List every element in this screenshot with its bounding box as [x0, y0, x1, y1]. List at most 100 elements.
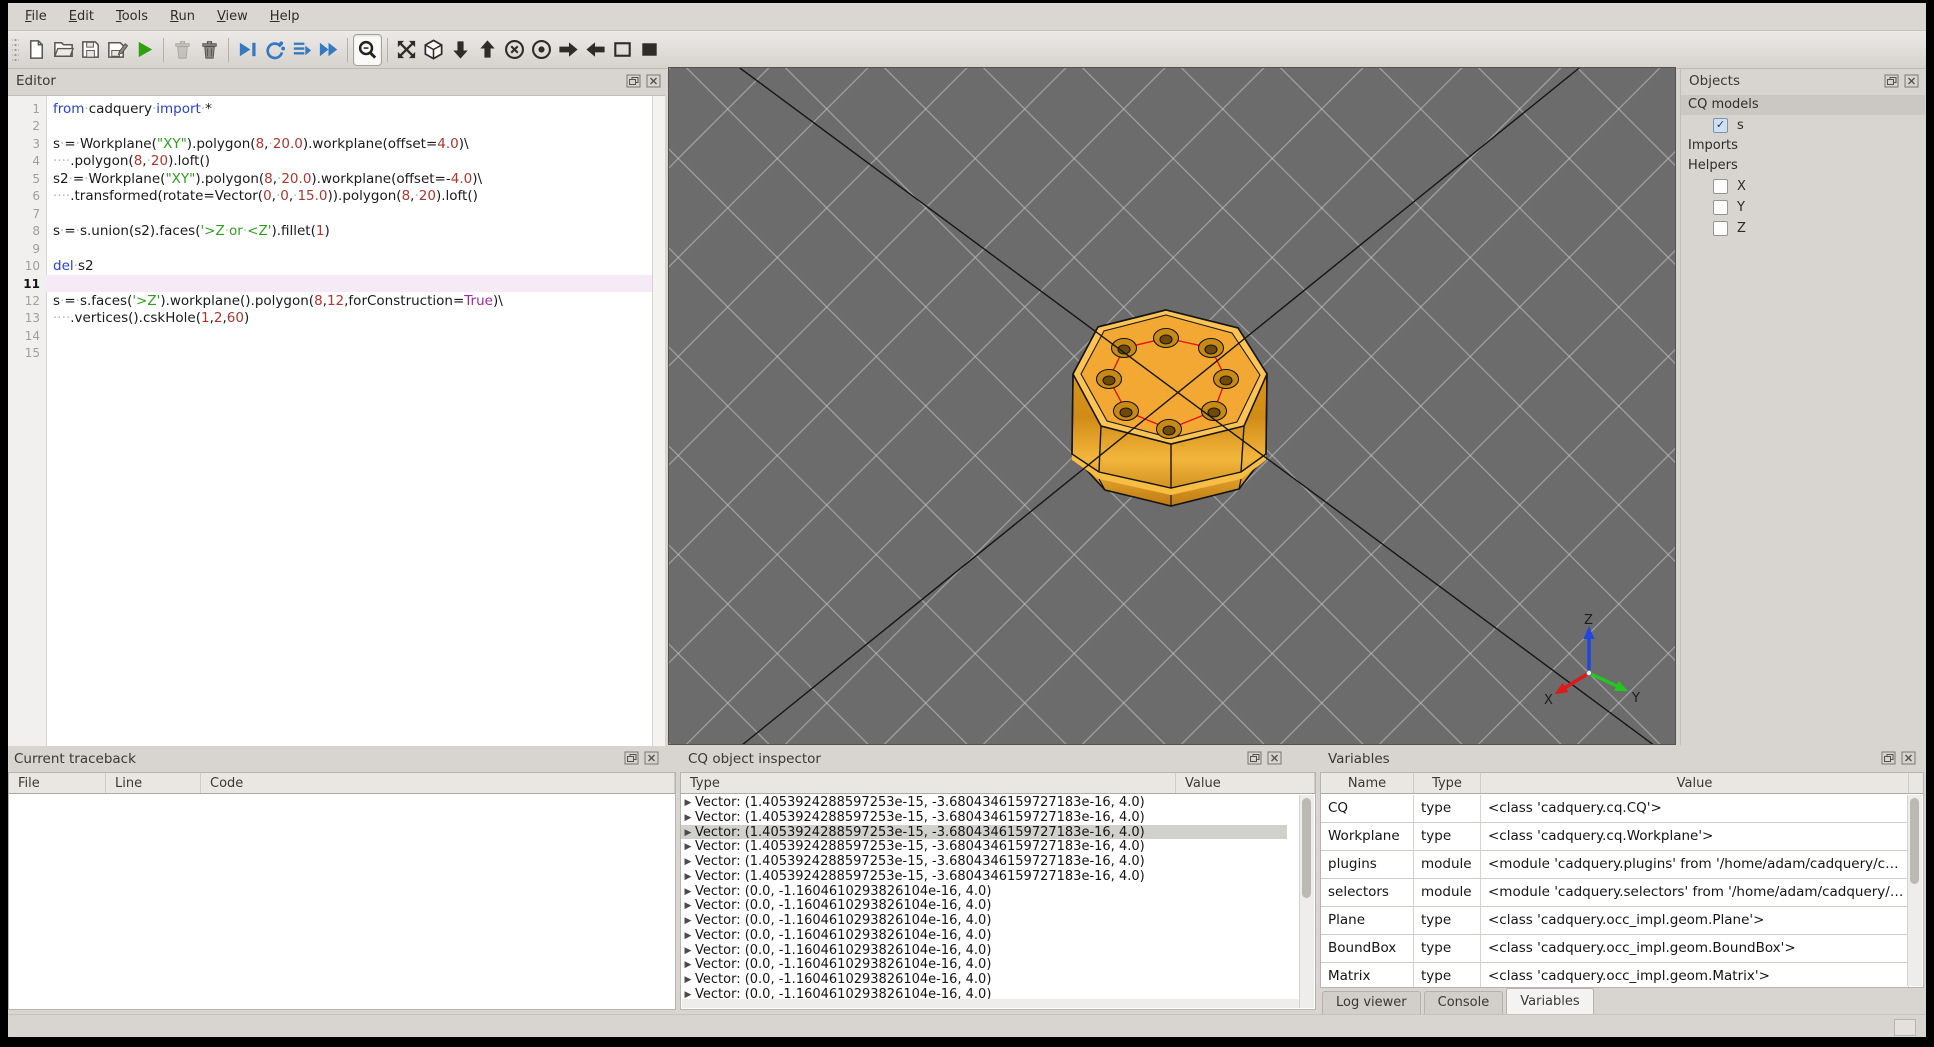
expand-arrow-icon[interactable]: ▶ [681, 872, 695, 882]
variable-row-plugins[interactable]: plugins module <module 'cadquery.plugins' … [1321, 851, 1909, 879]
expand-arrow-icon[interactable]: ▶ [681, 960, 695, 970]
new-file-icon[interactable] [23, 35, 50, 65]
delete-icon[interactable] [196, 35, 223, 65]
variables-scrollbar[interactable] [1907, 795, 1922, 986]
inspector-row[interactable]: ▶ Vector: (1.4053924288597253e-15, -3.680… [681, 795, 1287, 810]
bottom-view-icon[interactable] [474, 35, 501, 65]
column-header-type[interactable]: Type [681, 773, 1176, 793]
column-header-file[interactable]: File [9, 773, 106, 793]
variable-row-plane[interactable]: Plane type <class 'cadquery.occ_impl.geom.… [1321, 907, 1909, 935]
inspector-hscrollbar[interactable] [682, 999, 1300, 1008]
inspector-scrollbar[interactable] [1299, 795, 1314, 1008]
column-header-name[interactable]: Name [1321, 773, 1414, 793]
front-view-icon[interactable] [501, 35, 528, 65]
inspector-row[interactable]: ▶ Vector: (0.0, -1.1604610293826104e-16, … [681, 884, 1287, 899]
inspector-row[interactable]: ▶ Vector: (0.0, -1.1604610293826104e-16, … [681, 972, 1287, 987]
resize-grip[interactable] [1894, 1019, 1916, 1036]
column-header-type[interactable]: Type [1414, 773, 1481, 793]
expand-arrow-icon[interactable]: ▶ [681, 813, 695, 823]
variable-row-workplane[interactable]: Workplane type <class 'cadquery.cq.Workpla… [1321, 823, 1909, 851]
objects-section-helpers[interactable]: Helpers [1681, 156, 1925, 176]
close-icon[interactable] [645, 73, 662, 89]
inspector-row[interactable]: ▶ Vector: (1.4053924288597253e-15, -3.680… [681, 824, 1287, 840]
checkbox-z[interactable] [1713, 221, 1728, 236]
stack-frames-icon[interactable] [288, 35, 315, 65]
float-button[interactable] [625, 73, 642, 89]
expand-arrow-icon[interactable]: ▶ [681, 975, 695, 985]
render-icon[interactable] [131, 35, 158, 65]
expand-arrow-icon[interactable]: ▶ [681, 887, 695, 897]
expand-arrow-icon[interactable]: ▶ [681, 798, 695, 808]
shaded-icon[interactable] [636, 35, 663, 65]
inspector-row[interactable]: ▶ Vector: (1.4053924288597253e-15, -3.680… [681, 854, 1287, 869]
tab-variables[interactable]: Variables [1506, 988, 1594, 1014]
inspector-row[interactable]: ▶ Vector: (0.0, -1.1604610293826104e-16, … [681, 957, 1287, 972]
expand-arrow-icon[interactable]: ▶ [681, 916, 695, 926]
objects-item-s[interactable]: ✓ s [1681, 115, 1925, 136]
inspect-icon[interactable] [353, 33, 382, 66]
editor-scrollbar[interactable] [652, 96, 665, 746]
scrollbar-thumb[interactable] [1302, 798, 1311, 898]
save-icon[interactable] [77, 35, 104, 65]
close-icon[interactable] [1903, 73, 1920, 89]
open-file-icon[interactable] [50, 35, 77, 65]
expand-arrow-icon[interactable]: ▶ [681, 842, 695, 852]
tab-console[interactable]: Console [1423, 991, 1504, 1014]
menu-run[interactable]: Run [159, 5, 206, 28]
checkbox-x[interactable] [1713, 179, 1728, 194]
column-header-code[interactable]: Code [201, 773, 675, 793]
close-icon[interactable] [643, 750, 660, 766]
left-view-icon[interactable] [555, 35, 582, 65]
float-button[interactable] [1883, 73, 1900, 89]
back-view-icon[interactable] [528, 35, 555, 65]
objects-section-imports[interactable]: Imports [1681, 136, 1925, 156]
right-view-icon[interactable] [582, 35, 609, 65]
float-button[interactable] [1246, 750, 1263, 766]
inspector-row[interactable]: ▶ Vector: (0.0, -1.1604610293826104e-16, … [681, 898, 1287, 913]
copy-icon[interactable] [169, 35, 196, 65]
menu-file[interactable]: File [14, 5, 58, 28]
inspector-row[interactable]: ▶ Vector: (0.0, -1.1604610293826104e-16, … [681, 913, 1287, 928]
debug-continue-icon[interactable] [315, 35, 342, 65]
expand-arrow-icon[interactable]: ▶ [681, 931, 695, 941]
inspector-row[interactable]: ▶ Vector: (1.4053924288597253e-15, -3.680… [681, 810, 1287, 825]
3d-viewport[interactable]: Z X Y [668, 67, 1676, 745]
objects-item-z[interactable]: Z [1681, 218, 1925, 239]
menu-edit[interactable]: Edit [58, 5, 105, 28]
expand-arrow-icon[interactable]: ▶ [681, 901, 695, 911]
inspector-row[interactable]: ▶ Vector: (0.0, -1.1604610293826104e-16, … [681, 943, 1287, 958]
save-as-icon[interactable] [104, 35, 131, 65]
variable-row-boundbox[interactable]: BoundBox type <class 'cadquery.occ_impl.ge… [1321, 935, 1909, 963]
objects-item-y[interactable]: Y [1681, 197, 1925, 218]
code-editor[interactable]: 1 from·cadquery·import·* 2 3 s·=·Workplane("… [8, 95, 665, 746]
objects-item-x[interactable]: X [1681, 176, 1925, 197]
variable-row-cq[interactable]: CQ type <class 'cadquery.cq.CQ'> [1321, 795, 1909, 823]
checkbox-y[interactable] [1713, 200, 1728, 215]
column-header-value[interactable]: Value [1481, 773, 1909, 793]
variable-row-selectors[interactable]: selectors module <module 'cadquery.selecto… [1321, 879, 1909, 907]
expand-arrow-icon[interactable]: ▶ [681, 946, 695, 956]
iso-view-icon[interactable] [420, 35, 447, 65]
inspector-row[interactable]: ▶ Vector: (1.4053924288597253e-15, -3.680… [681, 839, 1287, 854]
objects-section-cq-models[interactable]: CQ models [1681, 95, 1925, 115]
menu-view[interactable]: View [206, 5, 259, 28]
tab-log-viewer[interactable]: Log viewer [1322, 991, 1421, 1014]
debug-step-icon[interactable] [234, 35, 261, 65]
inspector-row[interactable]: ▶ Vector: (1.4053924288597253e-15, -3.680… [681, 869, 1287, 884]
top-view-icon[interactable] [447, 35, 474, 65]
checkbox-s[interactable]: ✓ [1713, 118, 1728, 133]
variable-row-matrix[interactable]: Matrix type <class 'cadquery.occ_impl.geom… [1321, 963, 1909, 987]
close-icon[interactable] [1900, 750, 1917, 766]
menu-help[interactable]: Help [259, 5, 311, 28]
close-icon[interactable] [1266, 750, 1283, 766]
column-header-value[interactable]: Value [1176, 773, 1315, 793]
debug-restart-icon[interactable] [261, 35, 288, 65]
fit-view-icon[interactable] [393, 35, 420, 65]
float-button[interactable] [1880, 750, 1897, 766]
toolbar-drag-handle[interactable] [12, 36, 19, 63]
inspector-row[interactable]: ▶ Vector: (0.0, -1.1604610293826104e-16, … [681, 928, 1287, 943]
wireframe-icon[interactable] [609, 35, 636, 65]
expand-arrow-icon[interactable]: ▶ [681, 828, 695, 838]
column-header-line[interactable]: Line [106, 773, 201, 793]
float-button[interactable] [623, 750, 640, 766]
